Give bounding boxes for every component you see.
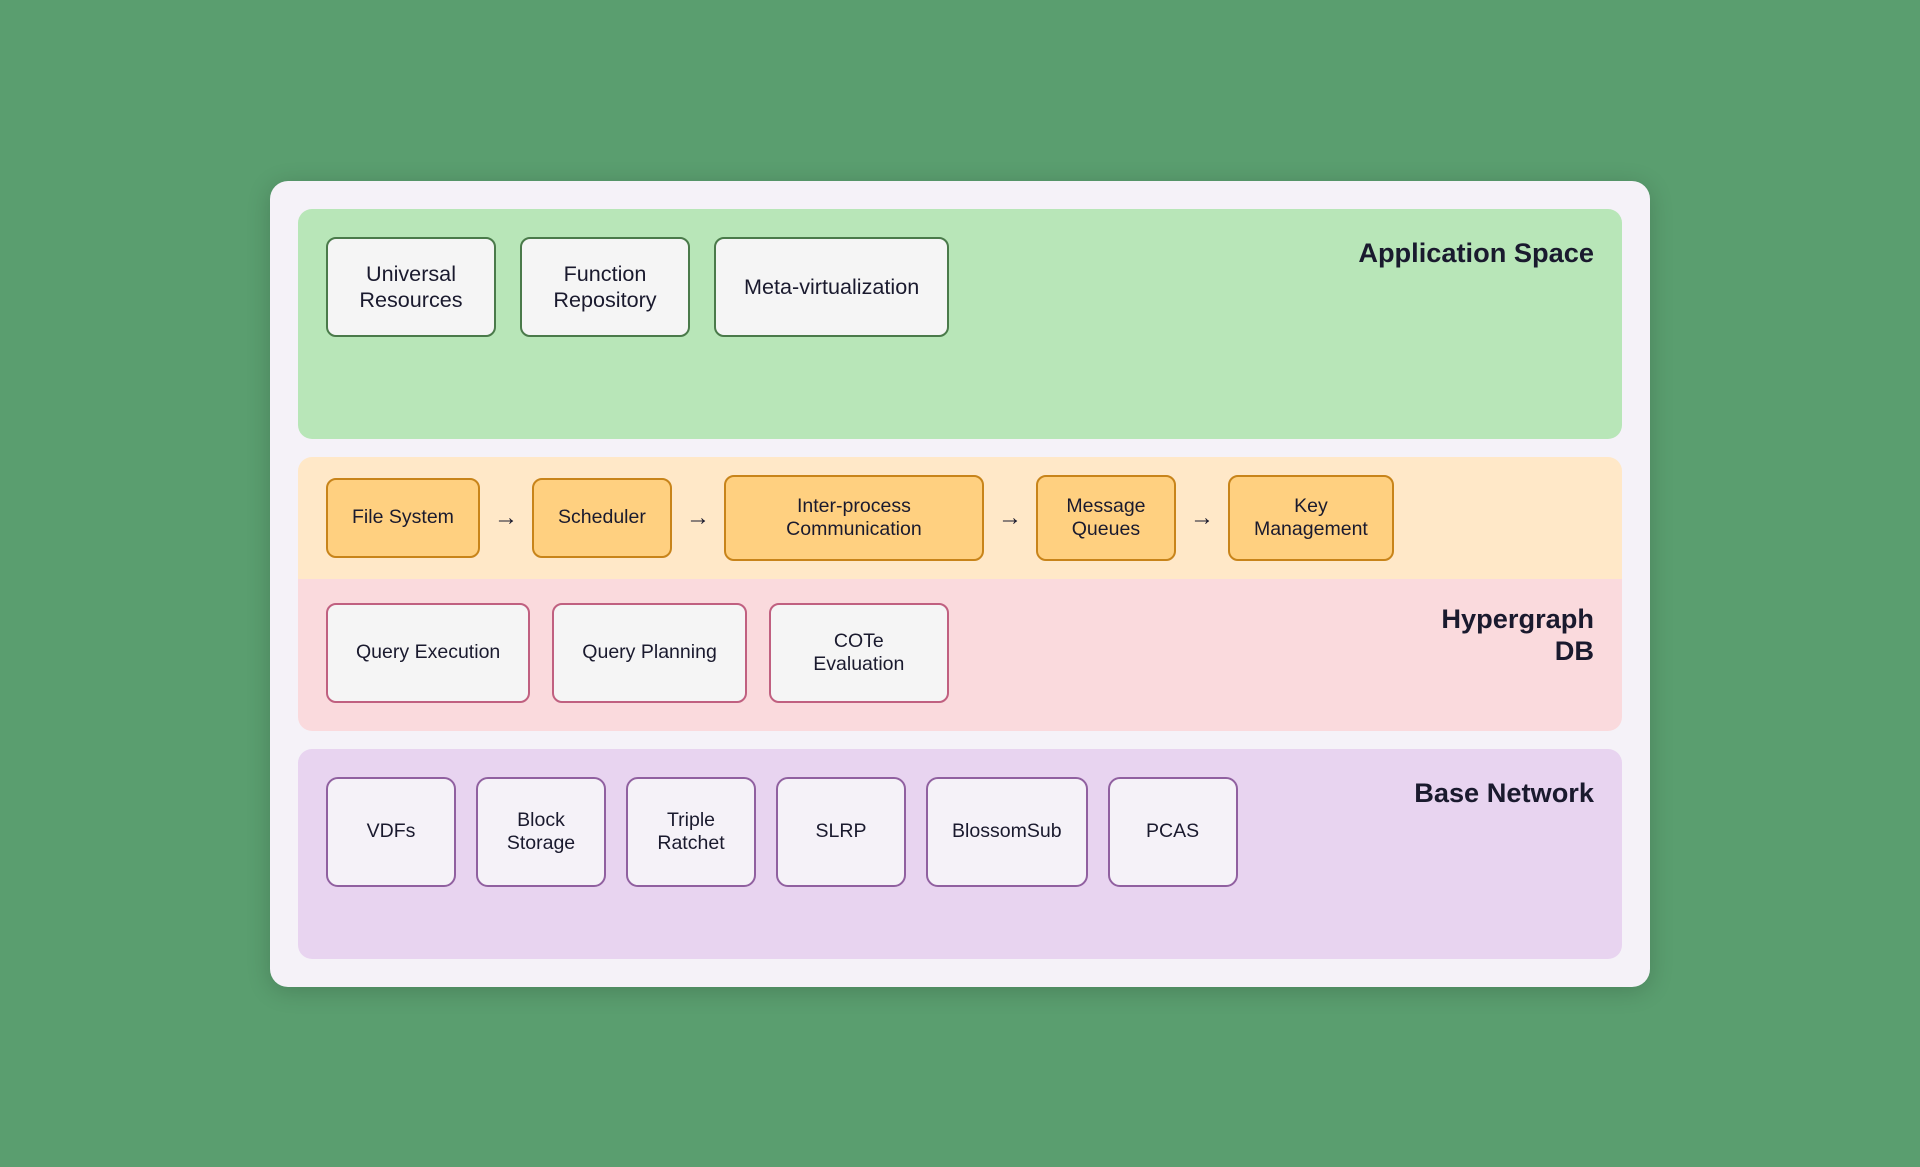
box-query-execution: Query Execution — [326, 603, 530, 703]
section-kh-wrapper: File System → Scheduler → Inter-processC… — [298, 457, 1622, 731]
box-key-management: KeyManagement — [1228, 475, 1394, 561]
box-vdfs: VDFs — [326, 777, 456, 887]
box-blossomsub: BlossomSub — [926, 777, 1088, 887]
arrow-2: → — [686, 504, 710, 532]
box-block-storage: BlockStorage — [476, 777, 606, 887]
box-message-queues: MessageQueues — [1036, 475, 1176, 561]
app-space-boxes: UniversalResources FunctionRepository Me… — [326, 237, 949, 337]
app-space-label: Application Space — [1358, 237, 1594, 269]
box-scheduler: Scheduler — [532, 478, 672, 558]
base-network-label: Base Network — [1414, 777, 1594, 809]
box-meta-virtualization: Meta-virtualization — [714, 237, 949, 337]
box-function-repository: FunctionRepository — [520, 237, 690, 337]
box-cote-evaluation: COTeEvaluation — [769, 603, 949, 703]
base-network-boxes: VDFs BlockStorage TripleRatchet SLRP Blo… — [326, 777, 1238, 887]
box-universal-resources: UniversalResources — [326, 237, 496, 337]
box-query-planning: Query Planning — [552, 603, 747, 703]
hypergraph-label: HypergraphDB — [1441, 603, 1594, 667]
box-ipc: Inter-processCommunication — [724, 475, 984, 561]
arrow-4: → — [1190, 504, 1214, 532]
box-slrp: SLRP — [776, 777, 906, 887]
arrow-1: → — [494, 504, 518, 532]
box-pcas: PCAS — [1108, 777, 1238, 887]
box-file-system: File System — [326, 478, 480, 558]
box-triple-ratchet: TripleRatchet — [626, 777, 756, 887]
main-diagram: UniversalResources FunctionRepository Me… — [270, 181, 1650, 987]
section-base-network: VDFs BlockStorage TripleRatchet SLRP Blo… — [298, 749, 1622, 959]
section-application-space: UniversalResources FunctionRepository Me… — [298, 209, 1622, 439]
hypergraph-boxes: Query Execution Query Planning COTeEvalu… — [326, 603, 949, 703]
arrow-3: → — [998, 504, 1022, 532]
kernel-row: File System → Scheduler → Inter-processC… — [298, 457, 1622, 579]
section-hypergraph-db: Query Execution Query Planning COTeEvalu… — [298, 579, 1622, 731]
